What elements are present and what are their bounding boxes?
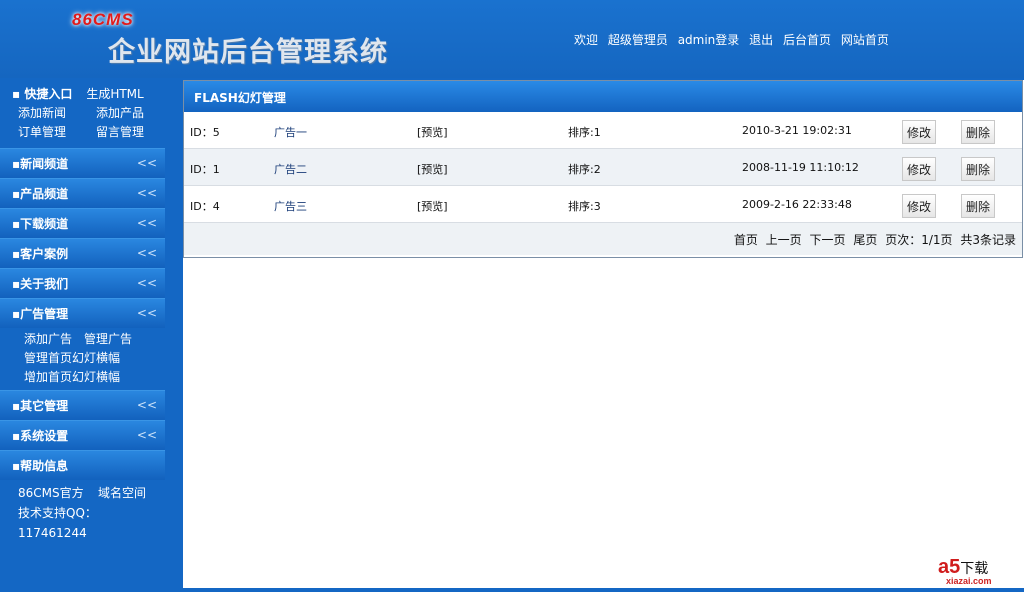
sidebar: ▪ 快捷入口 生成HTML 添加新闻 添加产品 订单管理 留言管理 ▪ 新闻频道 << … — [0, 80, 165, 592]
admin-home-link[interactable]: 后台首页 — [783, 33, 831, 47]
sidebar-section-ads[interactable]: ▪ 广告管理 << — [0, 298, 165, 328]
row-id: ID：4 — [190, 200, 220, 213]
generate-html-link[interactable]: 生成HTML — [86, 85, 143, 102]
table-row: ID：1 广告二 [预览] 排序:2 2008-11-19 11:10:12 修… — [184, 149, 1022, 186]
chevron-left-icon[interactable]: << — [137, 216, 157, 230]
chevron-left-icon[interactable]: << — [137, 186, 157, 200]
support-qq: 技术支持QQ：117461244 — [18, 506, 97, 540]
edit-button[interactable]: 修改 — [902, 157, 936, 181]
orders-link[interactable]: 订单管理 — [18, 123, 96, 140]
logo: 86CMS — [72, 10, 134, 29]
row-id: ID：5 — [190, 126, 220, 139]
edit-button[interactable]: 修改 — [902, 194, 936, 218]
official-site-link[interactable]: 86CMS官方 — [18, 483, 98, 503]
welcome-text: 欢迎 — [574, 33, 599, 47]
add-news-link[interactable]: 添加新闻 — [18, 104, 96, 121]
chevron-left-icon[interactable]: << — [137, 398, 157, 412]
table-row: ID：5 广告一 [预览] 排序:1 2010-3-21 19:02:31 修改… — [184, 112, 1022, 149]
row-order: 排序:3 — [568, 200, 601, 213]
row-time: 2008-11-19 11:10:12 — [742, 161, 859, 174]
delete-button[interactable]: 删除 — [961, 120, 995, 144]
top-nav: 欢迎 超级管理员 admin登录 退出 后台首页 网站首页 — [574, 31, 895, 48]
chevron-left-icon[interactable]: << — [137, 428, 157, 442]
last-page-link[interactable]: 尾页 — [853, 233, 877, 247]
edit-button[interactable]: 修改 — [902, 120, 936, 144]
preview-link[interactable]: [预览] — [417, 161, 448, 177]
chevron-left-icon[interactable]: << — [137, 306, 157, 320]
pagination: 首页 上一页 下一页 尾页 页次：1/1页 共3条记录 — [184, 223, 1022, 255]
sidebar-section-other[interactable]: ▪ 其它管理 << — [0, 390, 165, 420]
sidebar-section-downloads[interactable]: ▪ 下载频道 << — [0, 208, 165, 238]
sidebar-section-news[interactable]: ▪ 新闻频道 << — [0, 148, 165, 178]
a5-watermark-logo: a5下载 xiazai.com — [938, 556, 992, 586]
sidebar-section-about[interactable]: ▪ 关于我们 << — [0, 268, 165, 298]
sidebar-section-products[interactable]: ▪ 产品频道 << — [0, 178, 165, 208]
help-info: 86CMS官方 域名空间 技术支持QQ：117461244 — [0, 480, 165, 543]
row-id: ID：1 — [190, 163, 220, 176]
row-name-link[interactable]: 广告二 — [274, 161, 307, 177]
page-indicator: 页次：1/1页 — [885, 233, 953, 247]
row-time: 2009-2-16 22:33:48 — [742, 198, 852, 211]
first-page-link[interactable]: 首页 — [734, 233, 758, 247]
prev-page-link[interactable]: 上一页 — [766, 233, 802, 247]
next-page-link[interactable]: 下一页 — [810, 233, 846, 247]
add-ad-link[interactable]: 添加广告 — [24, 332, 72, 346]
add-product-link[interactable]: 添加产品 — [96, 104, 144, 121]
row-name-link[interactable]: 广告三 — [274, 198, 307, 214]
logout-link[interactable]: 退出 — [749, 33, 773, 47]
chevron-left-icon[interactable]: << — [137, 276, 157, 290]
quick-entry: ▪ 快捷入口 生成HTML 添加新闻 添加产品 订单管理 留言管理 — [0, 80, 165, 148]
sidebar-section-settings[interactable]: ▪ 系统设置 << — [0, 420, 165, 450]
system-title: 企业网站后台管理系统 — [108, 37, 388, 68]
ads-submenu: 添加广告 管理广告 管理首页幻灯横幅 增加首页幻灯横幅 — [0, 328, 165, 390]
site-home-link[interactable]: 网站首页 — [841, 33, 889, 47]
preview-link[interactable]: [预览] — [417, 124, 448, 140]
flash-slide-panel: FLASH幻灯管理 ID：5 广告一 [预览] 排序:1 2010-3-21 1… — [183, 80, 1023, 258]
header: 86CMS 企业网站后台管理系统 欢迎 超级管理员 admin登录 退出 后台首… — [0, 0, 1024, 78]
sidebar-section-help: ▪ 帮助信息 — [0, 450, 165, 480]
row-name-link[interactable]: 广告一 — [274, 124, 307, 140]
manage-ads-link[interactable]: 管理广告 — [84, 332, 132, 346]
quick-entry-title: ▪ 快捷入口 — [12, 87, 73, 101]
domain-hosting-link[interactable]: 域名空间 — [98, 486, 146, 500]
row-time: 2010-3-21 19:02:31 — [742, 124, 852, 137]
manage-slides-link[interactable]: 管理首页幻灯横幅 — [24, 351, 120, 365]
table-row: ID：4 广告三 [预览] 排序:3 2009-2-16 22:33:48 修改… — [184, 186, 1022, 223]
record-count: 共3条记录 — [960, 233, 1016, 247]
delete-button[interactable]: 删除 — [961, 157, 995, 181]
row-order: 排序:1 — [568, 126, 601, 139]
sidebar-section-cases[interactable]: ▪ 客户案例 << — [0, 238, 165, 268]
main-content: FLASH幻灯管理 ID：5 广告一 [预览] 排序:1 2010-3-21 1… — [183, 80, 1024, 588]
bottom-bar — [183, 588, 1024, 592]
add-slide-link[interactable]: 增加首页幻灯横幅 — [24, 370, 120, 384]
preview-link[interactable]: [预览] — [417, 198, 448, 214]
user-role: 超级管理员 — [607, 33, 668, 47]
messages-link[interactable]: 留言管理 — [96, 123, 144, 140]
panel-title: FLASH幻灯管理 — [184, 81, 1022, 112]
chevron-left-icon[interactable]: << — [137, 156, 157, 170]
delete-button[interactable]: 删除 — [961, 194, 995, 218]
chevron-left-icon[interactable]: << — [137, 246, 157, 260]
login-user: admin登录 — [677, 33, 740, 47]
row-order: 排序:2 — [568, 163, 601, 176]
